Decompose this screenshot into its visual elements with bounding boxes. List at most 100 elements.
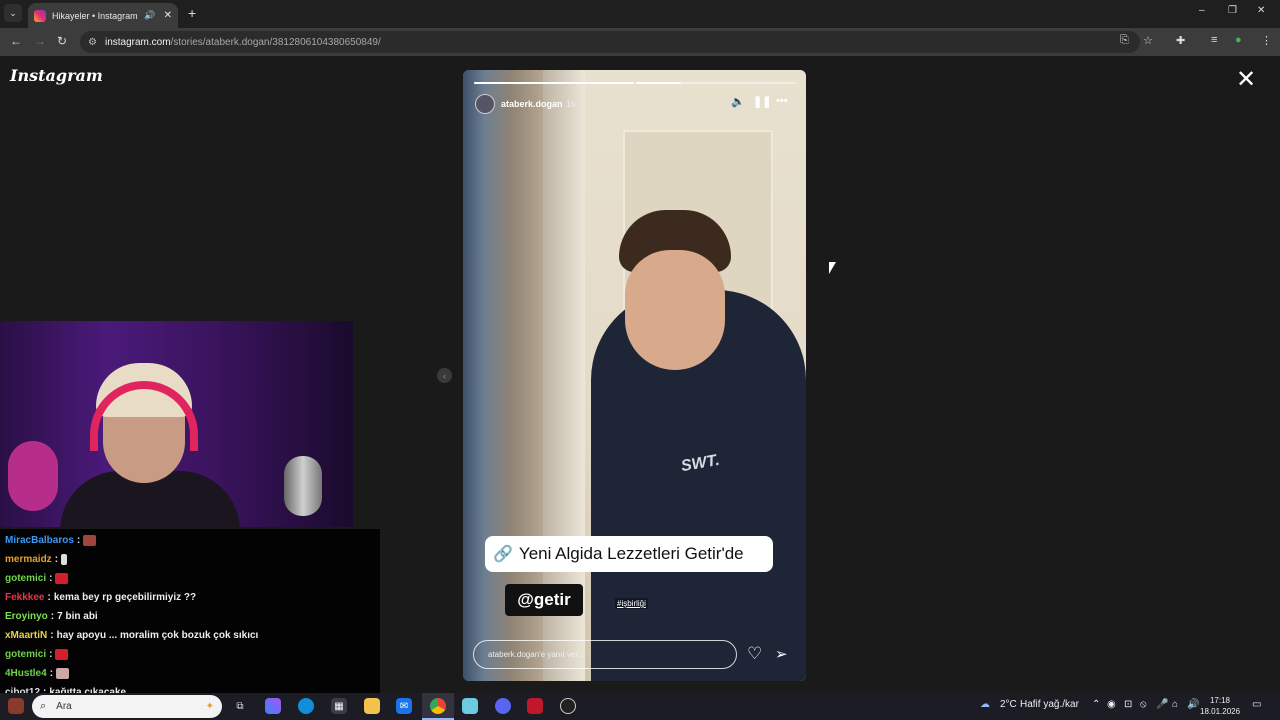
- link-icon: 🔗: [493, 546, 513, 563]
- chat-username: MiracBalbaros: [5, 535, 74, 546]
- audio-playing-icon[interactable]: 🔊: [144, 10, 155, 21]
- chat-emote-icon: [55, 649, 69, 660]
- volume-icon[interactable]: 🔊: [1187, 699, 1199, 710]
- network-icon[interactable]: ⌂: [1172, 699, 1178, 710]
- browser-tab-bar: ⌄ Hikayeler • Instagram 🔊 ✕ + – ❐ ✕: [0, 0, 1280, 28]
- site-info-icon[interactable]: ⚙: [88, 37, 97, 48]
- link-sticker-text: Yeni Algida Lezzetleri Getir'de: [518, 544, 744, 563]
- chat-message: MiracBalbaros:: [0, 531, 380, 550]
- chat-message: 4Hustle4:: [0, 664, 380, 683]
- chat-separator: :: [49, 573, 53, 584]
- tray-muted-icon[interactable]: ⦸: [1140, 699, 1147, 710]
- like-heart-icon[interactable]: ♡: [747, 644, 762, 664]
- clock-time: 17:18: [1209, 696, 1231, 705]
- tab-search-dropdown-icon[interactable]: ⌄: [4, 4, 22, 22]
- reload-icon[interactable]: ↻: [57, 34, 67, 48]
- tab-instagram[interactable]: Hikayeler • Instagram 🔊 ✕: [28, 3, 178, 28]
- copilot-icon[interactable]: [265, 698, 281, 714]
- file-explorer-icon[interactable]: [364, 698, 380, 714]
- profile-avatar-icon[interactable]: ●: [1235, 34, 1242, 46]
- back-arrow-icon[interactable]: ←: [10, 34, 22, 48]
- close-story-icon[interactable]: ✕: [1236, 68, 1256, 92]
- bookmark-star-icon[interactable]: ☆: [1143, 34, 1153, 47]
- notes-app-icon[interactable]: [462, 698, 478, 714]
- chat-text: hay apoyu ... moralim çok bozuk çok sıkı…: [56, 630, 259, 641]
- previous-story-arrow-icon[interactable]: ‹: [437, 368, 452, 383]
- maximize-button[interactable]: ❐: [1228, 5, 1237, 16]
- person-face: [625, 250, 725, 370]
- weather-icon[interactable]: ☁: [980, 699, 990, 710]
- chat-separator: :: [54, 554, 59, 565]
- install-app-icon[interactable]: ⎘: [1120, 34, 1129, 47]
- store-icon[interactable]: ▦: [331, 698, 347, 714]
- chat-separator: :: [50, 611, 55, 622]
- steam-icon[interactable]: ◉: [1107, 699, 1116, 710]
- more-options-icon[interactable]: •••: [776, 95, 788, 107]
- close-window-button[interactable]: ✕: [1257, 5, 1265, 16]
- url-site: instagram.com: [104, 36, 171, 48]
- voice-app-icon[interactable]: [527, 698, 543, 714]
- chat-message: gotemici:: [0, 645, 380, 664]
- hashtag-sticker[interactable]: #işbirliği: [615, 598, 648, 609]
- guitar-shape: [8, 441, 58, 511]
- minimize-button[interactable]: –: [1199, 5, 1205, 16]
- chat-separator: :: [50, 630, 54, 641]
- at-symbol-icon: @: [517, 590, 534, 609]
- story-timestamp: 1s: [566, 99, 576, 109]
- new-tab-button[interactable]: +: [188, 5, 196, 21]
- tab-close-icon[interactable]: ✕: [164, 10, 172, 21]
- chat-username: 4Hustle4: [5, 668, 47, 679]
- chat-separator: :: [49, 668, 54, 679]
- chat-message: mermaidz:: [0, 550, 380, 569]
- chrome-icon[interactable]: [430, 698, 446, 714]
- address-bar[interactable]: ⚙ instagram.com/stories/ataberk.dogan/38…: [80, 31, 1140, 53]
- start-app-icon[interactable]: [8, 698, 24, 714]
- task-view-icon[interactable]: ⧉: [232, 698, 248, 714]
- notifications-icon[interactable]: ▭: [1252, 699, 1261, 710]
- story-username[interactable]: ataberk.dogan: [501, 99, 563, 109]
- extensions-icon[interactable]: ✚: [1176, 34, 1185, 47]
- mention-sticker[interactable]: @ getir: [505, 584, 583, 616]
- tray-app-icon[interactable]: ⊡: [1124, 699, 1132, 710]
- forward-arrow-icon[interactable]: →: [34, 34, 46, 48]
- mail-icon[interactable]: ✉: [396, 698, 412, 714]
- weather-desc[interactable]: Hafif yağ./kar: [1020, 699, 1079, 710]
- pause-icon[interactable]: ❚❚: [753, 95, 771, 108]
- edge-icon[interactable]: [298, 698, 314, 714]
- browser-menu-icon[interactable]: ⋮: [1261, 34, 1272, 47]
- instagram-favicon-icon: [34, 9, 46, 22]
- microphone-icon[interactable]: 🎤: [1156, 699, 1168, 710]
- chat-emote-icon: [61, 554, 68, 565]
- chat-text: 7 bin abi: [57, 611, 98, 622]
- story-viewer[interactable]: SWT. ataberk.dogan 1s 🔈 ❚❚ ••• 🔗 Yeni Al…: [463, 70, 806, 681]
- mouse-cursor-icon: [829, 262, 836, 274]
- story-progress-segment: [636, 82, 796, 84]
- chat-username: Eroyinyo: [5, 611, 48, 622]
- taskbar-clock[interactable]: 17:18 18.01.2026: [1200, 695, 1240, 717]
- chat-text: kema bey rp geçebilirmiyiz ??: [53, 592, 197, 603]
- stream-app-icon[interactable]: [560, 698, 576, 714]
- story-link-sticker[interactable]: 🔗 Yeni Algida Lezzetleri Getir'de: [485, 536, 773, 572]
- story-progress-fill: [636, 82, 681, 84]
- mute-toggle-icon[interactable]: 🔈: [731, 95, 745, 108]
- search-icon: ⌕: [40, 700, 47, 712]
- tray-overflow-icon[interactable]: ⌃: [1092, 699, 1100, 710]
- discord-icon[interactable]: [495, 698, 511, 714]
- share-send-icon[interactable]: ➢: [775, 645, 788, 663]
- chat-separator: :: [47, 592, 51, 603]
- taskbar-search-box[interactable]: ⌕ Ara ✦: [32, 695, 222, 718]
- chat-username: xMaartiN: [5, 630, 48, 641]
- reply-input[interactable]: ataberk.dogan'e yanıt ver...: [473, 640, 737, 669]
- search-placeholder: Ara: [56, 701, 72, 712]
- search-highlight-icon: ✦: [205, 701, 214, 712]
- url-path: /stories/ataberk.dogan/38128061043806508…: [170, 36, 381, 48]
- chat-message: xMaartiN: hay apoyu ... moralim çok bozuk…: [0, 626, 380, 645]
- chat-separator: :: [49, 649, 53, 660]
- instagram-logo[interactable]: Instagram: [10, 66, 103, 85]
- media-control-icon[interactable]: ≡: [1211, 34, 1217, 46]
- weather-temp[interactable]: 2°C: [1000, 699, 1017, 710]
- story-progress-segment: [474, 82, 634, 84]
- chat-message: Eroyinyo:7 bin abi: [0, 607, 380, 626]
- story-user-avatar[interactable]: [475, 94, 495, 114]
- chat-username: mermaidz: [5, 554, 52, 565]
